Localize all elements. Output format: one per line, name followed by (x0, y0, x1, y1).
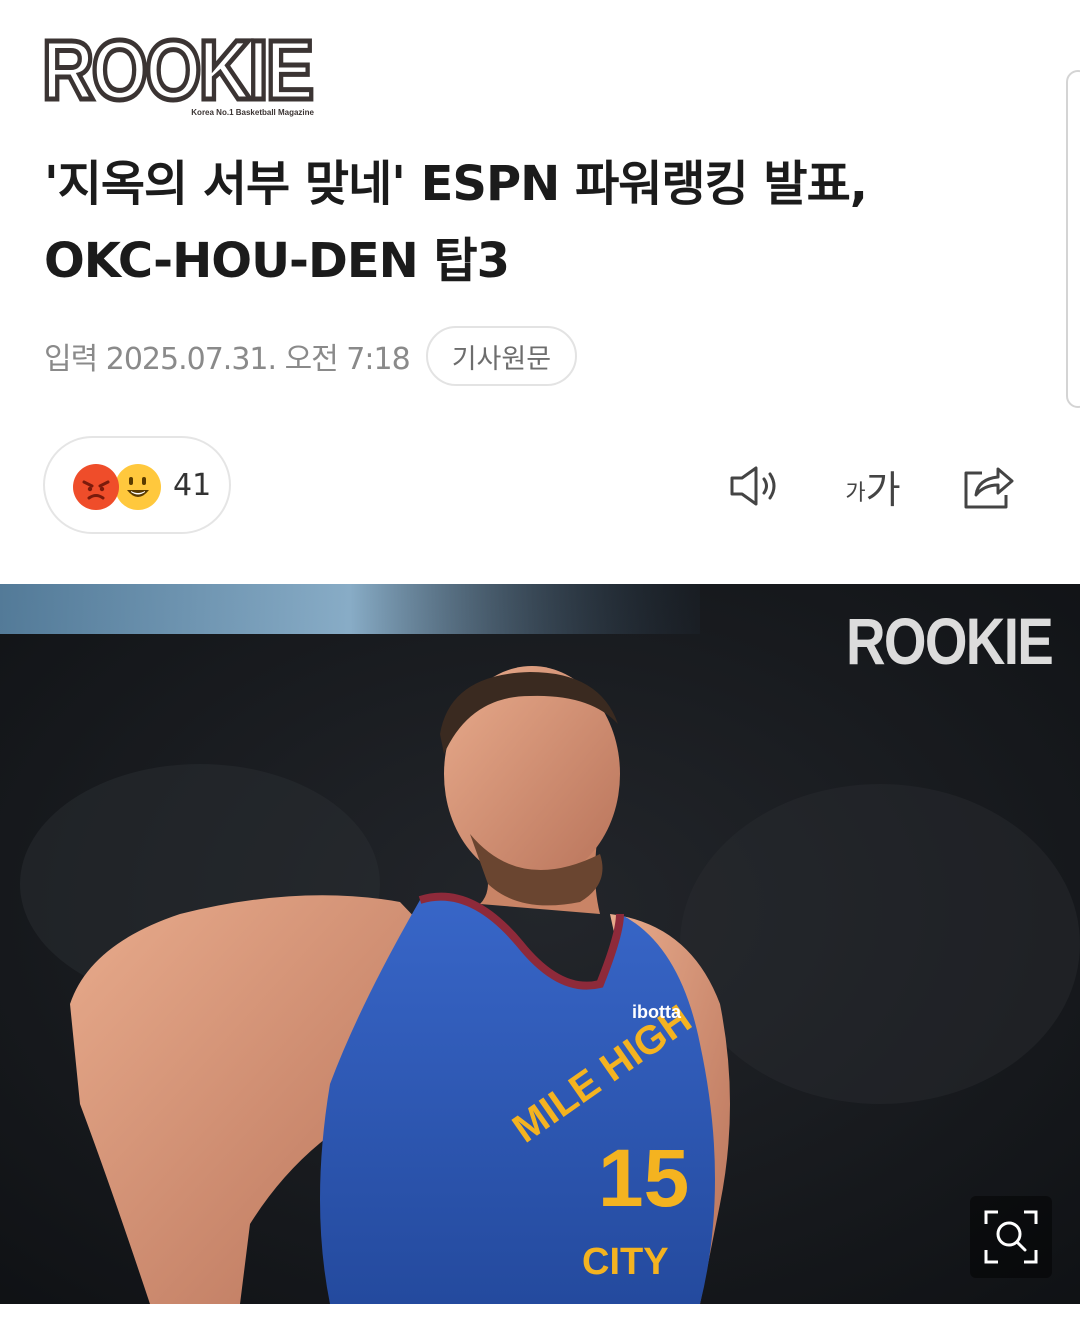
reaction-count: 41 (173, 468, 212, 503)
font-size-small-label: 가 (845, 481, 866, 506)
zoom-button[interactable] (970, 1196, 1052, 1278)
article-photo[interactable]: MILE HIGH 15 CITY ibotta ROOKIE (0, 584, 1080, 1304)
scroll-indicator (1066, 70, 1080, 408)
jersey-number: 15 (598, 1133, 689, 1224)
player-photo-illustration: MILE HIGH 15 CITY ibotta (0, 584, 1080, 1304)
article-title: '지옥의 서부 맞네' ESPN 파워랭킹 발표, OKC-HOU-DEN 탑3 (44, 146, 1044, 300)
article-meta: 입력 2025.07.31. 오전 7:18 기사원문 (44, 326, 578, 386)
zoom-icon (984, 1210, 1038, 1264)
jersey-sponsor: ibotta (632, 1002, 682, 1022)
font-size-large-label: 가 (865, 467, 901, 512)
font-size-icon[interactable]: 가 가 (838, 458, 908, 514)
jersey-city: CITY (582, 1241, 669, 1283)
publish-date: 입력 2025.07.31. 오전 7:18 (44, 342, 411, 377)
photo-watermark: ROOKIE (846, 604, 1054, 678)
speaker-icon[interactable] (724, 458, 788, 514)
logo-tagline: Korea No.1 Basketball Magazine (191, 108, 314, 117)
bottom-spacer (0, 1304, 1080, 1342)
rookie-logo[interactable]: ROOKIE Korea No.1 Basketball Magazine (40, 24, 316, 120)
article-title-line-2: OKC-HOU-DEN 탑3 (44, 233, 510, 289)
share-icon[interactable] (956, 458, 1018, 514)
laughing-face-icon (115, 464, 161, 510)
article-title-line-1: '지옥의 서부 맞네' ESPN 파워랭킹 발표, (44, 156, 868, 212)
original-article-button[interactable]: 기사원문 (425, 326, 578, 386)
angry-face-icon (73, 464, 119, 510)
logo-wordmark: ROOKIE (40, 23, 316, 117)
reaction-button[interactable]: 41 (43, 436, 231, 534)
